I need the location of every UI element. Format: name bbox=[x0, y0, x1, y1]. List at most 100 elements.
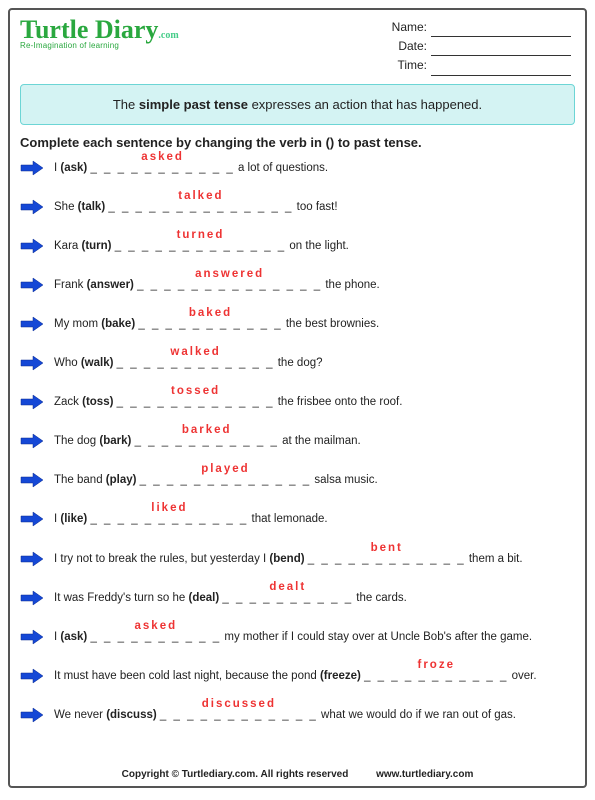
answer-blank[interactable]: _ _ _ _ _ _ _ _ _ _ _ _ _ _talked bbox=[108, 201, 293, 213]
answer-blank[interactable]: _ _ _ _ _ _ _ _ _ _ _ _liked bbox=[90, 513, 248, 525]
arrow-icon bbox=[20, 707, 44, 723]
time-label: Time: bbox=[397, 58, 427, 72]
question-post: over. bbox=[508, 670, 536, 682]
question-pre: The dog bbox=[54, 435, 99, 447]
question-verb: (ask) bbox=[60, 162, 87, 174]
question-text: It was Freddy's turn so he (deal) _ _ _ … bbox=[54, 590, 575, 606]
website-url: www.turtlediary.com bbox=[376, 769, 473, 780]
time-input[interactable] bbox=[431, 75, 571, 76]
question-post: a lot of questions. bbox=[235, 162, 328, 174]
question-pre: My mom bbox=[54, 318, 101, 330]
question-verb: (answer) bbox=[87, 279, 134, 291]
answer-text: talked bbox=[178, 188, 223, 204]
arrow-icon bbox=[20, 472, 44, 488]
answer-blank[interactable]: _ _ _ _ _ _ _ _ _ _ _froze bbox=[364, 670, 508, 682]
question-verb: (bark) bbox=[99, 435, 131, 447]
question-verb: (ask) bbox=[60, 631, 87, 643]
question-verb: (bend) bbox=[269, 553, 304, 565]
arrow-icon bbox=[20, 433, 44, 449]
question-row: I (like) _ _ _ _ _ _ _ _ _ _ _ _liked th… bbox=[20, 511, 575, 527]
footer: Copyright © Turtlediary.com. All rights … bbox=[10, 769, 585, 780]
question-verb: (play) bbox=[106, 474, 137, 486]
question-text: Kara (turn) _ _ _ _ _ _ _ _ _ _ _ _ _tur… bbox=[54, 238, 575, 254]
copyright: Copyright © Turtlediary.com. All rights … bbox=[122, 769, 349, 780]
question-verb: (freeze) bbox=[320, 670, 361, 682]
question-text: My mom (bake) _ _ _ _ _ _ _ _ _ _ _baked… bbox=[54, 316, 575, 332]
arrow-icon bbox=[20, 238, 44, 254]
question-list: I (ask) _ _ _ _ _ _ _ _ _ _ _asked a lot… bbox=[20, 160, 575, 723]
explanation-box: The simple past tense expresses an actio… bbox=[20, 84, 575, 125]
arrow-icon bbox=[20, 277, 44, 293]
question-row: The band (play) _ _ _ _ _ _ _ _ _ _ _ _ … bbox=[20, 472, 575, 488]
arrow-icon bbox=[20, 590, 44, 606]
logo: Turtle Diary.com bbox=[20, 18, 179, 41]
question-pre: Kara bbox=[54, 240, 82, 252]
explain-post: expresses an action that has happened. bbox=[248, 97, 482, 112]
question-post: on the light. bbox=[286, 240, 349, 252]
logo-suffix: .com bbox=[158, 30, 178, 41]
question-post: that lemonade. bbox=[248, 513, 327, 525]
date-label: Date: bbox=[398, 39, 427, 53]
question-verb: (toss) bbox=[82, 396, 113, 408]
arrow-icon bbox=[20, 394, 44, 410]
question-pre: We never bbox=[54, 709, 106, 721]
answer-blank[interactable]: _ _ _ _ _ _ _ _ _ _ _baked bbox=[138, 318, 282, 330]
answer-blank[interactable]: _ _ _ _ _ _ _ _ _ _asked bbox=[90, 631, 221, 643]
answer-blank[interactable]: _ _ _ _ _ _ _ _ _ _ _ _ _played bbox=[140, 474, 312, 486]
arrow-icon bbox=[20, 199, 44, 215]
answer-text: baked bbox=[189, 305, 232, 321]
question-pre: I try not to break the rules, but yester… bbox=[54, 553, 269, 565]
question-row: Kara (turn) _ _ _ _ _ _ _ _ _ _ _ _ _tur… bbox=[20, 238, 575, 254]
question-row: My mom (bake) _ _ _ _ _ _ _ _ _ _ _baked… bbox=[20, 316, 575, 332]
question-verb: (like) bbox=[60, 513, 87, 525]
question-text: I (ask) _ _ _ _ _ _ _ _ _ _ _asked a lot… bbox=[54, 160, 575, 176]
question-post: salsa music. bbox=[311, 474, 377, 486]
question-verb: (turn) bbox=[82, 240, 112, 252]
arrow-icon bbox=[20, 316, 44, 332]
question-text: She (talk) _ _ _ _ _ _ _ _ _ _ _ _ _ _ta… bbox=[54, 199, 575, 215]
explain-bold: simple past tense bbox=[139, 97, 248, 112]
question-row: It must have been cold last night, becau… bbox=[20, 668, 575, 684]
question-row: I (ask) _ _ _ _ _ _ _ _ _ _asked my moth… bbox=[20, 629, 575, 645]
answer-blank[interactable]: _ _ _ _ _ _ _ _ _ _dealt bbox=[222, 592, 353, 604]
question-pre: It was Freddy's turn so he bbox=[54, 592, 189, 604]
question-text: The dog (bark) _ _ _ _ _ _ _ _ _ _ _bark… bbox=[54, 433, 575, 449]
arrow-icon bbox=[20, 160, 44, 176]
question-text: Frank (answer) _ _ _ _ _ _ _ _ _ _ _ _ _… bbox=[54, 277, 575, 293]
answer-blank[interactable]: _ _ _ _ _ _ _ _ _ _ _ _ _ _answered bbox=[137, 279, 322, 291]
question-post: the dog? bbox=[275, 357, 323, 369]
question-pre: She bbox=[54, 201, 78, 213]
explain-pre: The bbox=[113, 97, 139, 112]
question-text: The band (play) _ _ _ _ _ _ _ _ _ _ _ _ … bbox=[54, 472, 575, 488]
question-post: the frisbee onto the roof. bbox=[275, 396, 403, 408]
question-row: The dog (bark) _ _ _ _ _ _ _ _ _ _ _bark… bbox=[20, 433, 575, 449]
question-verb: (talk) bbox=[78, 201, 105, 213]
question-verb: (bake) bbox=[101, 318, 135, 330]
question-pre: Zack bbox=[54, 396, 82, 408]
answer-blank[interactable]: _ _ _ _ _ _ _ _ _ _ _barked bbox=[135, 435, 279, 447]
question-text: It must have been cold last night, becau… bbox=[54, 668, 575, 684]
answer-blank[interactable]: _ _ _ _ _ _ _ _ _ _ _ _tossed bbox=[117, 396, 275, 408]
question-row: Frank (answer) _ _ _ _ _ _ _ _ _ _ _ _ _… bbox=[20, 277, 575, 293]
question-row: I try not to break the rules, but yester… bbox=[20, 551, 575, 567]
answer-text: asked bbox=[135, 618, 178, 634]
answer-text: barked bbox=[182, 422, 232, 438]
question-row: I (ask) _ _ _ _ _ _ _ _ _ _ _asked a lot… bbox=[20, 160, 575, 176]
answer-blank[interactable]: _ _ _ _ _ _ _ _ _ _ _ _discussed bbox=[160, 709, 318, 721]
answer-blank[interactable]: _ _ _ _ _ _ _ _ _ _ _asked bbox=[90, 162, 234, 174]
answer-blank[interactable]: _ _ _ _ _ _ _ _ _ _ _ _bent bbox=[308, 553, 466, 565]
answer-text: liked bbox=[151, 500, 187, 516]
question-pre: Who bbox=[54, 357, 81, 369]
info-fields: Name: Date: Time: bbox=[392, 18, 575, 76]
question-row: We never (discuss) _ _ _ _ _ _ _ _ _ _ _… bbox=[20, 707, 575, 723]
question-post: my mother if I could stay over at Uncle … bbox=[221, 631, 532, 643]
arrow-icon bbox=[20, 629, 44, 645]
answer-blank[interactable]: _ _ _ _ _ _ _ _ _ _ _ _ _turned bbox=[115, 240, 287, 252]
question-verb: (walk) bbox=[81, 357, 114, 369]
answer-text: walked bbox=[170, 344, 220, 360]
worksheet-page: Turtle Diary.com Re-Imagination of learn… bbox=[8, 8, 587, 788]
arrow-icon bbox=[20, 551, 44, 567]
question-text: I (like) _ _ _ _ _ _ _ _ _ _ _ _liked th… bbox=[54, 511, 575, 527]
answer-blank[interactable]: _ _ _ _ _ _ _ _ _ _ _ _walked bbox=[117, 357, 275, 369]
question-row: It was Freddy's turn so he (deal) _ _ _ … bbox=[20, 590, 575, 606]
